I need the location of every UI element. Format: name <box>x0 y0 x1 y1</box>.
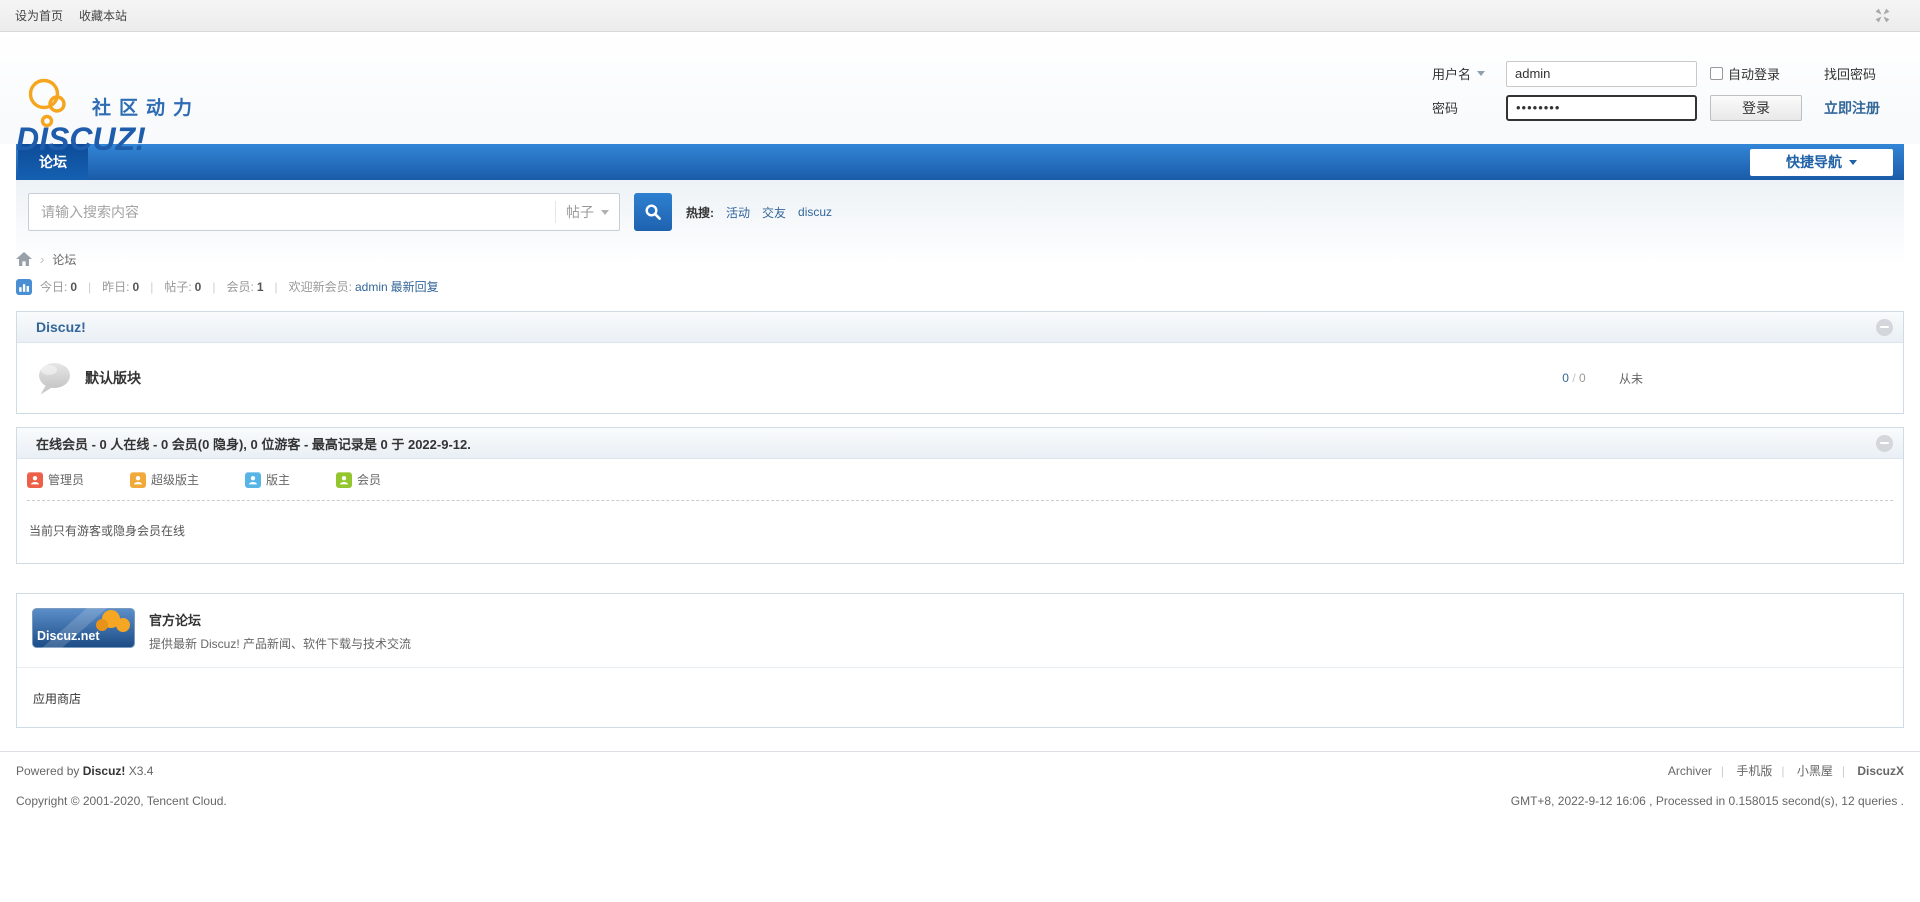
hot-search-label: 热搜: <box>686 204 714 221</box>
mobile-version-link[interactable]: 手机版 <box>1736 764 1793 778</box>
legend-moderator: 版主 <box>245 471 290 488</box>
quick-nav-button[interactable]: 快捷导航 <box>1750 149 1893 176</box>
forum-row: 默认版块 0 / 0 从未 <box>17 343 1903 413</box>
collapse-section-button[interactable] <box>1876 319 1893 336</box>
category-title[interactable]: Discuz! <box>36 319 86 335</box>
app-store-link[interactable]: 应用商店 <box>33 692 81 706</box>
footer-links: Archiver 手机版 小黑屋 DiscuzX <box>1511 761 1904 782</box>
official-forum-link[interactable]: 官方论坛 <box>149 610 411 629</box>
main-nav: 论坛 快捷导航 <box>16 144 1904 180</box>
usergroup-legend: 管理员 超级版主 版主 <box>27 471 1893 501</box>
password-label: 密码 <box>1432 98 1506 117</box>
set-home-link[interactable]: 设为首页 <box>15 7 63 24</box>
search-area: 帖子 热搜: 活动 交友 discuz <box>16 180 1904 297</box>
login-form: 用户名 自动登录 找回密码 密码 登录 立即注册 <box>1432 60 1904 128</box>
moderator-user-icon <box>245 472 261 488</box>
friendly-links-box: Discuz.net 官方论坛 提供最新 Discuz! 产品新闻、软件下载与技… <box>16 593 1904 728</box>
forum-name-link[interactable]: 默认版块 <box>85 368 141 388</box>
latest-reply-link[interactable]: 最新回复 <box>391 278 439 295</box>
legend-super-moderator: 超级版主 <box>130 471 199 488</box>
home-icon[interactable] <box>16 252 32 267</box>
online-header: 在线会员 - 0 人在线 - 0 会员(0 隐身), 0 位游客 - 最高记录是… <box>17 428 1903 459</box>
speech-bubble-icon <box>34 358 74 398</box>
breadcrumb-separator <box>40 252 44 267</box>
search-type-select[interactable]: 帖子 <box>555 201 619 223</box>
category-box: Discuz! 默认版块 <box>16 311 1904 414</box>
forum-stats: 今日:0 昨日:0 帖子:0 会员:1 欢迎新会员:admin 最新回复 <box>16 278 1904 295</box>
forgot-password-link[interactable]: 找回密码 <box>1824 67 1876 82</box>
official-forum-description: 提供最新 Discuz! 产品新闻、软件下载与技术交流 <box>149 635 411 652</box>
chevron-down-icon <box>1849 160 1857 165</box>
chevron-down-icon <box>601 210 609 215</box>
site-logo[interactable]: 社区动力 DISCUZ! <box>16 74 226 161</box>
register-link[interactable]: 立即注册 <box>1824 100 1880 116</box>
breadcrumb-forum-link[interactable]: 论坛 <box>52 251 76 268</box>
hot-link-friends[interactable]: 交友 <box>762 204 786 221</box>
auto-login-checkbox[interactable] <box>1710 67 1723 80</box>
copyright: Copyright © 2001-2020, Tencent Cloud. <box>16 791 227 812</box>
super-moderator-user-icon <box>130 472 146 488</box>
page-footer: Powered by Discuz! X3.4 Copyright © 2001… <box>0 751 1920 821</box>
username-input[interactable] <box>1506 61 1697 87</box>
password-input[interactable] <box>1506 95 1697 121</box>
discuzx-link[interactable]: DiscuzX <box>1857 764 1904 778</box>
favorite-link[interactable]: 收藏本站 <box>79 7 127 24</box>
hot-link-discuz[interactable]: discuz <box>798 205 832 219</box>
stat-today: 今日:0 <box>40 278 77 295</box>
stat-members: 会员:1 <box>226 278 263 295</box>
discuz-net-banner[interactable]: Discuz.net <box>32 608 135 653</box>
forum-icon[interactable] <box>34 358 74 398</box>
legend-admin: 管理员 <box>27 471 84 488</box>
auto-login-label: 自动登录 <box>1728 64 1780 83</box>
powered-by: Powered by Discuz! X3.4 <box>16 761 227 782</box>
hot-link-activity[interactable]: 活动 <box>726 204 750 221</box>
topbar: 设为首页 收藏本站 <box>0 0 1920 32</box>
logo-tagline: 社区动力 <box>91 96 200 119</box>
online-empty-message: 当前只有游客或隐身会员在线 <box>27 501 1893 563</box>
username-label-dropdown[interactable]: 用户名 <box>1432 64 1506 83</box>
member-user-icon <box>336 472 352 488</box>
hot-search: 热搜: 活动 交友 discuz <box>686 204 832 221</box>
archiver-link[interactable]: Archiver <box>1668 764 1733 778</box>
lightbulb-icon <box>31 81 65 126</box>
breadcrumb: 论坛 <box>16 251 1904 268</box>
chevron-down-icon <box>1477 71 1485 76</box>
stat-yesterday: 昨日:0 <box>102 278 139 295</box>
online-title: 在线会员 - 0 人在线 - 0 会员(0 隐身), 0 位游客 - 最高记录是… <box>36 434 471 453</box>
stat-posts: 帖子:0 <box>164 278 201 295</box>
window-collapse-icon[interactable] <box>1874 7 1891 24</box>
legend-member: 会员 <box>336 471 381 488</box>
search-box: 帖子 <box>28 193 620 231</box>
site-header: 社区动力 DISCUZ! 用户名 自动登录 找回密码 密码 登录 <box>0 32 1920 144</box>
admin-user-icon <box>27 472 43 488</box>
forum-topic-post-counts: 0 / 0 <box>1529 371 1619 385</box>
welcome-newest-member: 欢迎新会员:admin <box>289 278 388 295</box>
search-icon <box>644 203 662 221</box>
newest-member-link[interactable]: admin <box>355 280 388 294</box>
search-button[interactable] <box>634 193 672 231</box>
footer-info: GMT+8, 2022-9-12 16:06 , Processed in 0.… <box>1511 791 1904 812</box>
logo-brand: DISCUZ! <box>16 121 146 156</box>
forum-last-post: 从未 <box>1619 370 1903 387</box>
banner-text: Discuz.net <box>37 629 100 643</box>
login-button[interactable]: 登录 <box>1710 95 1802 121</box>
collapse-section-button[interactable] <box>1876 435 1893 452</box>
bar-chart-icon <box>16 279 32 295</box>
category-header: Discuz! <box>17 312 1903 343</box>
online-box: 在线会员 - 0 人在线 - 0 会员(0 隐身), 0 位游客 - 最高记录是… <box>16 427 1904 564</box>
blacklist-link[interactable]: 小黑屋 <box>1797 764 1854 778</box>
search-input[interactable] <box>29 204 555 220</box>
